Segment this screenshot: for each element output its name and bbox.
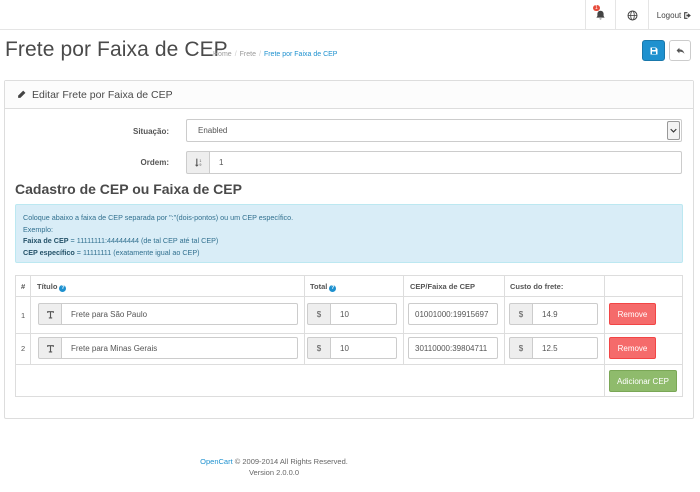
table-divider (304, 276, 305, 364)
info-line: Exemplo: (23, 224, 53, 234)
footer: OpenCart © 2009-2014 All Rights Reserved… (0, 456, 548, 478)
total-input-group: $ 10 (307, 303, 397, 325)
header-title-text: Título (37, 282, 58, 291)
cost-input[interactable]: 12.5 (533, 337, 598, 359)
table-row: Frete para São Paulo (38, 303, 298, 325)
header-cost: Custo do frete: (510, 282, 564, 291)
breadcrumb-home[interactable]: Home (213, 51, 232, 58)
info-line: Faixa de CEP = 11111111:44444444 (de tal… (23, 235, 675, 247)
currency-addon: $ (509, 337, 533, 359)
opencart-link[interactable]: OpenCart (200, 457, 233, 466)
info-text: = 11111111:44444444 (de tal CEP até tal … (68, 236, 219, 245)
table-divider (30, 276, 31, 364)
reply-icon (676, 47, 684, 54)
breadcrumb-separator: / (234, 51, 237, 58)
order-label: Ordem: (140, 158, 169, 167)
question-circle-icon[interactable]: ? (329, 285, 337, 292)
currency-addon: $ (307, 303, 331, 325)
order-input[interactable]: 1 (210, 151, 682, 174)
total-input[interactable]: 10 (331, 303, 397, 325)
cost-input-group: $ 14.9 (509, 303, 598, 325)
breadcrumb-frete[interactable]: Frete (240, 51, 256, 58)
top-header: 1 Logout (0, 0, 700, 30)
page-title: Frete por Faixa de CEP (5, 38, 228, 61)
chevron-down-icon (667, 121, 680, 140)
header-total: Total? (310, 282, 337, 292)
title-input[interactable]: Frete para São Paulo (62, 303, 298, 325)
header-number: # (21, 282, 26, 291)
back-button[interactable] (669, 40, 691, 61)
text-height-icon (38, 303, 62, 325)
table-row: Frete para Minas Gerais (38, 337, 298, 359)
total-input-group: $ 10 (307, 337, 397, 359)
cep-input-group: 30110000:39804711 (408, 337, 498, 359)
footer-copyright: OpenCart © 2009-2014 All Rights Reserved… (0, 456, 548, 467)
panel-title: Editar Frete por Faixa de CEP (32, 88, 173, 101)
remove-button[interactable]: Remove (609, 303, 656, 325)
status-label: Situação: (132, 127, 169, 136)
sign-out-icon (684, 11, 692, 19)
notification-badge: 1 (593, 5, 600, 11)
status-selected-value: Enabled (198, 126, 228, 135)
breadcrumb: Home / Frete / Frete por Faixa de CEP (213, 51, 337, 58)
table-divider (604, 276, 605, 396)
copyright-text: © 2009-2014 All Rights Reserved. (232, 457, 348, 466)
info-bold: Faixa de CEP (23, 236, 69, 245)
section-title: Cadastro de CEP ou Faixa de CEP (15, 181, 242, 197)
save-button[interactable] (642, 40, 665, 61)
globe-icon (627, 10, 637, 20)
breadcrumb-current[interactable]: Frete por Faixa de CEP (264, 51, 338, 58)
info-text: = 11111111 (exatamente igual ao CEP) (74, 247, 200, 257)
order-input-group: 19 1 (186, 151, 682, 174)
info-line: CEP específico = 11111111 (exatamente ig… (23, 247, 675, 259)
pencil-icon (18, 90, 26, 98)
total-input[interactable]: 10 (331, 337, 397, 359)
info-bold: CEP específico (23, 247, 75, 257)
cost-input[interactable]: 14.9 (533, 303, 598, 325)
notifications-button[interactable]: 1 (585, 0, 615, 30)
logout-label: Logout (656, 10, 682, 20)
table-divider (403, 276, 404, 364)
logout-button[interactable]: Logout (648, 0, 700, 30)
header-cep: CEP/Faixa de CEP (410, 282, 476, 291)
panel-heading: Editar Frete por Faixa de CEP (5, 81, 693, 109)
remove-button[interactable]: Remove (609, 337, 656, 359)
row-number: 2 (21, 344, 26, 353)
floppy-disk-icon (650, 47, 657, 54)
question-circle-icon[interactable]: ? (59, 285, 67, 292)
cep-table: # Título? Total? CEP/Faixa de CEP Custo … (15, 275, 683, 397)
sort-numeric-icon: 19 (186, 151, 210, 174)
currency-addon: $ (307, 337, 331, 359)
status-select[interactable]: Enabled (186, 119, 682, 142)
info-alert: Coloque abaixo a faixa de CEP separada p… (15, 204, 683, 263)
cep-input[interactable]: 30110000:39804711 (408, 337, 498, 359)
table-divider (16, 296, 682, 297)
text-height-icon (38, 337, 62, 359)
table-divider (16, 333, 682, 334)
info-line: Coloque abaixo a faixa de CEP separada p… (23, 213, 294, 222)
table-divider (16, 364, 682, 365)
cep-input[interactable]: 01001000:19915697 (408, 303, 498, 325)
header-total-text: Total (310, 282, 328, 291)
bell-icon (596, 10, 605, 19)
currency-addon: $ (509, 303, 533, 325)
cost-input-group: $ 12.5 (509, 337, 598, 359)
row-number: 1 (21, 311, 26, 320)
table-divider (504, 276, 505, 364)
breadcrumb-separator: / (258, 51, 261, 58)
cep-input-group: 01001000:19915697 (408, 303, 498, 325)
title-input[interactable]: Frete para Minas Gerais (62, 337, 298, 359)
footer-version: Version 2.0.0.0 (248, 468, 300, 477)
store-link-button[interactable] (615, 0, 648, 30)
svg-text:9: 9 (199, 163, 201, 167)
add-cep-button[interactable]: Adicionar CEP (609, 370, 677, 392)
header-title: Título? (37, 282, 67, 292)
